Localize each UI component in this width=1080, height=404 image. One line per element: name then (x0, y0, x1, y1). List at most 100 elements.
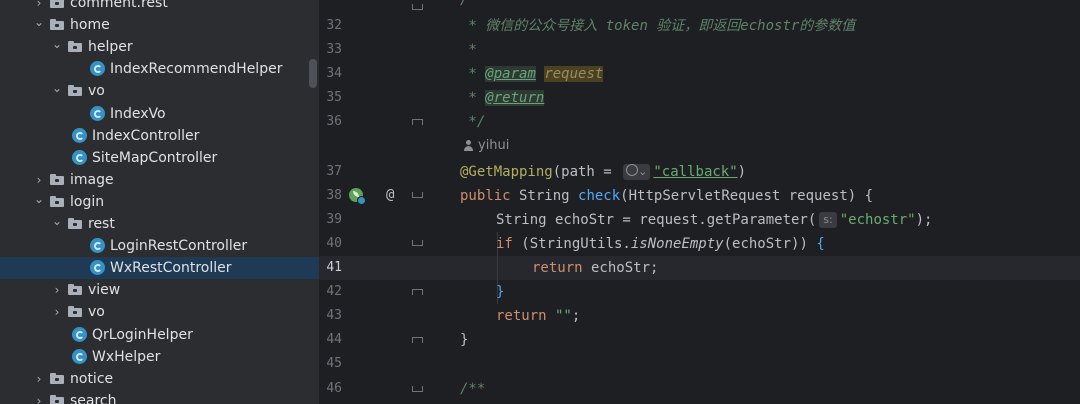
folder-icon (68, 218, 82, 229)
folder-icon (50, 372, 64, 384)
spring-bean-icon[interactable] (349, 188, 366, 205)
chevron-icon[interactable]: ⌄ (50, 36, 64, 58)
tree-folder-row[interactable]: › view (0, 279, 319, 301)
chevron-icon[interactable]: › (50, 301, 64, 323)
code-line-43: return ""; (496, 308, 581, 324)
tree-class-row[interactable]: LoginRestController (0, 235, 319, 257)
line-number[interactable]: 37 (319, 160, 342, 184)
tree-item-label: rest (88, 216, 115, 232)
line-number[interactable]: 35 (319, 86, 342, 110)
tree-item-label: IndexController (92, 127, 200, 144)
fold-marker-icon[interactable] (411, 1, 423, 12)
code-line-32: * 微信的公众号接入 token 验证，即返回echostr的参数值 (460, 18, 856, 34)
javadoc-param-name: request (544, 66, 604, 82)
code-line-39: String echoStr = request.getParameter(s:… (496, 212, 933, 228)
line-number[interactable]: 44 (319, 328, 342, 352)
tree-folder-row[interactable]: › search (0, 390, 319, 404)
tree-item-label: IndexVo (110, 105, 166, 122)
tree-item-label: LoginRestController (110, 238, 248, 255)
chevron-icon[interactable]: ⌄ (32, 191, 46, 213)
code-line-36: */ (460, 114, 486, 130)
tree-class-row[interactable]: SiteMapController (0, 147, 319, 169)
line-number[interactable]: 41 (319, 256, 342, 280)
code-line-34: * @param request (460, 66, 604, 82)
chevron-icon[interactable]: › (32, 390, 46, 404)
project-tree[interactable]: › comment.rest ⌄ home ⌄ helper IndexRecommendH… (0, 0, 319, 404)
fold-marker-icon[interactable] (411, 116, 423, 127)
tree-item-label: view (88, 282, 121, 299)
code-line-33: * (460, 42, 477, 58)
line-number[interactable]: 43 (319, 304, 342, 328)
fold-marker-icon[interactable] (411, 189, 423, 200)
code-line-37: @GetMapping(path = ⌄ "callback") (460, 164, 747, 180)
java-class-icon (72, 127, 87, 143)
java-class-icon (90, 238, 105, 254)
fold-marker-icon[interactable] (411, 383, 423, 394)
chevron-icon[interactable]: ⌄ (50, 80, 64, 102)
code-line-38: public String check(HttpServletRequest r… (460, 188, 874, 204)
tree-class-row[interactable]: QrLoginHelper (0, 324, 319, 346)
code-line-31: /** (460, 0, 486, 8)
line-number[interactable]: 32 (319, 14, 342, 38)
tree-class-row[interactable]: IndexRecommendHelper (0, 58, 319, 80)
tree-folder-row[interactable]: › notice (0, 368, 319, 390)
fold-marker-icon[interactable] (411, 286, 423, 297)
parameter-hint: s: (819, 212, 837, 228)
author-hint[interactable]: yihui (478, 136, 509, 156)
folder-icon (68, 41, 82, 53)
ide-window: › comment.rest ⌄ home ⌄ helper IndexRecommendH… (0, 0, 1080, 404)
line-number[interactable]: 36 (319, 110, 342, 134)
tree-folder-row[interactable]: › vo (0, 301, 319, 323)
tree-class-row[interactable]: WxRestController (0, 257, 319, 280)
chevron-icon[interactable]: ⌄ (32, 14, 46, 36)
folder-icon (68, 306, 82, 318)
chevron-icon[interactable]: › (50, 279, 64, 301)
tree-item-label: vo (88, 83, 105, 100)
callback-path-link[interactable]: "callback" (653, 164, 737, 180)
tree-folder-row[interactable]: ⌄ home (0, 14, 319, 36)
tree-item-label: notice (70, 370, 114, 387)
line-number[interactable]: 42 (319, 280, 342, 304)
at-icon[interactable]: @ (386, 183, 394, 207)
fold-marker-icon[interactable] (411, 237, 423, 248)
tree-class-row[interactable]: IndexController (0, 125, 319, 147)
tree-item-label: helper (88, 39, 133, 56)
chevron-icon[interactable]: ⌄ (50, 213, 64, 235)
tree-folder-row[interactable]: ⌄ vo (0, 80, 319, 102)
url-mapping-icon[interactable]: ⌄ (623, 164, 651, 180)
line-number[interactable]: 39 (319, 208, 342, 232)
tree-folder-row[interactable]: ⌄ rest (0, 213, 319, 235)
chevron-icon[interactable]: › (32, 368, 46, 390)
chevron-icon[interactable]: › (32, 0, 46, 14)
tree-item-label: login (70, 193, 105, 210)
line-number[interactable]: 33 (319, 38, 342, 62)
folder-icon (50, 173, 64, 185)
line-number[interactable]: 34 (319, 62, 342, 86)
tree-item-label: comment.rest (70, 0, 168, 11)
tree-folder-row[interactable]: ⌄ helper (0, 36, 319, 58)
line-number[interactable]: 40 (319, 232, 342, 256)
line-number[interactable]: 38 (319, 184, 342, 208)
person-icon (463, 140, 473, 152)
line-number[interactable]: 46 (319, 377, 342, 401)
tree-folder-row[interactable]: ⌄ login (0, 191, 319, 213)
tree-item-label: home (70, 17, 110, 34)
chevron-icon[interactable]: › (32, 169, 46, 191)
java-class-icon (90, 105, 105, 121)
fold-marker-icon[interactable] (411, 334, 423, 345)
tree-class-row[interactable]: WxHelper (0, 346, 319, 368)
tree-item-label: QrLoginHelper (92, 326, 193, 343)
folder-icon (50, 0, 64, 8)
java-class-icon (72, 348, 87, 364)
javadoc-return-tag: @return (485, 90, 545, 106)
tree-item-label: vo (88, 304, 105, 321)
tree-class-row[interactable]: IndexVo (0, 103, 319, 125)
tree-scrollbar[interactable] (309, 59, 317, 88)
tree-folder-row[interactable]: › comment.rest (0, 0, 319, 14)
javadoc-param-tag: @param (485, 66, 536, 82)
tree-folder-row[interactable]: › image (0, 169, 319, 191)
folder-icon (50, 394, 64, 404)
java-class-icon (90, 61, 105, 77)
java-class-icon (72, 326, 87, 342)
line-number[interactable]: 45 (319, 352, 342, 376)
